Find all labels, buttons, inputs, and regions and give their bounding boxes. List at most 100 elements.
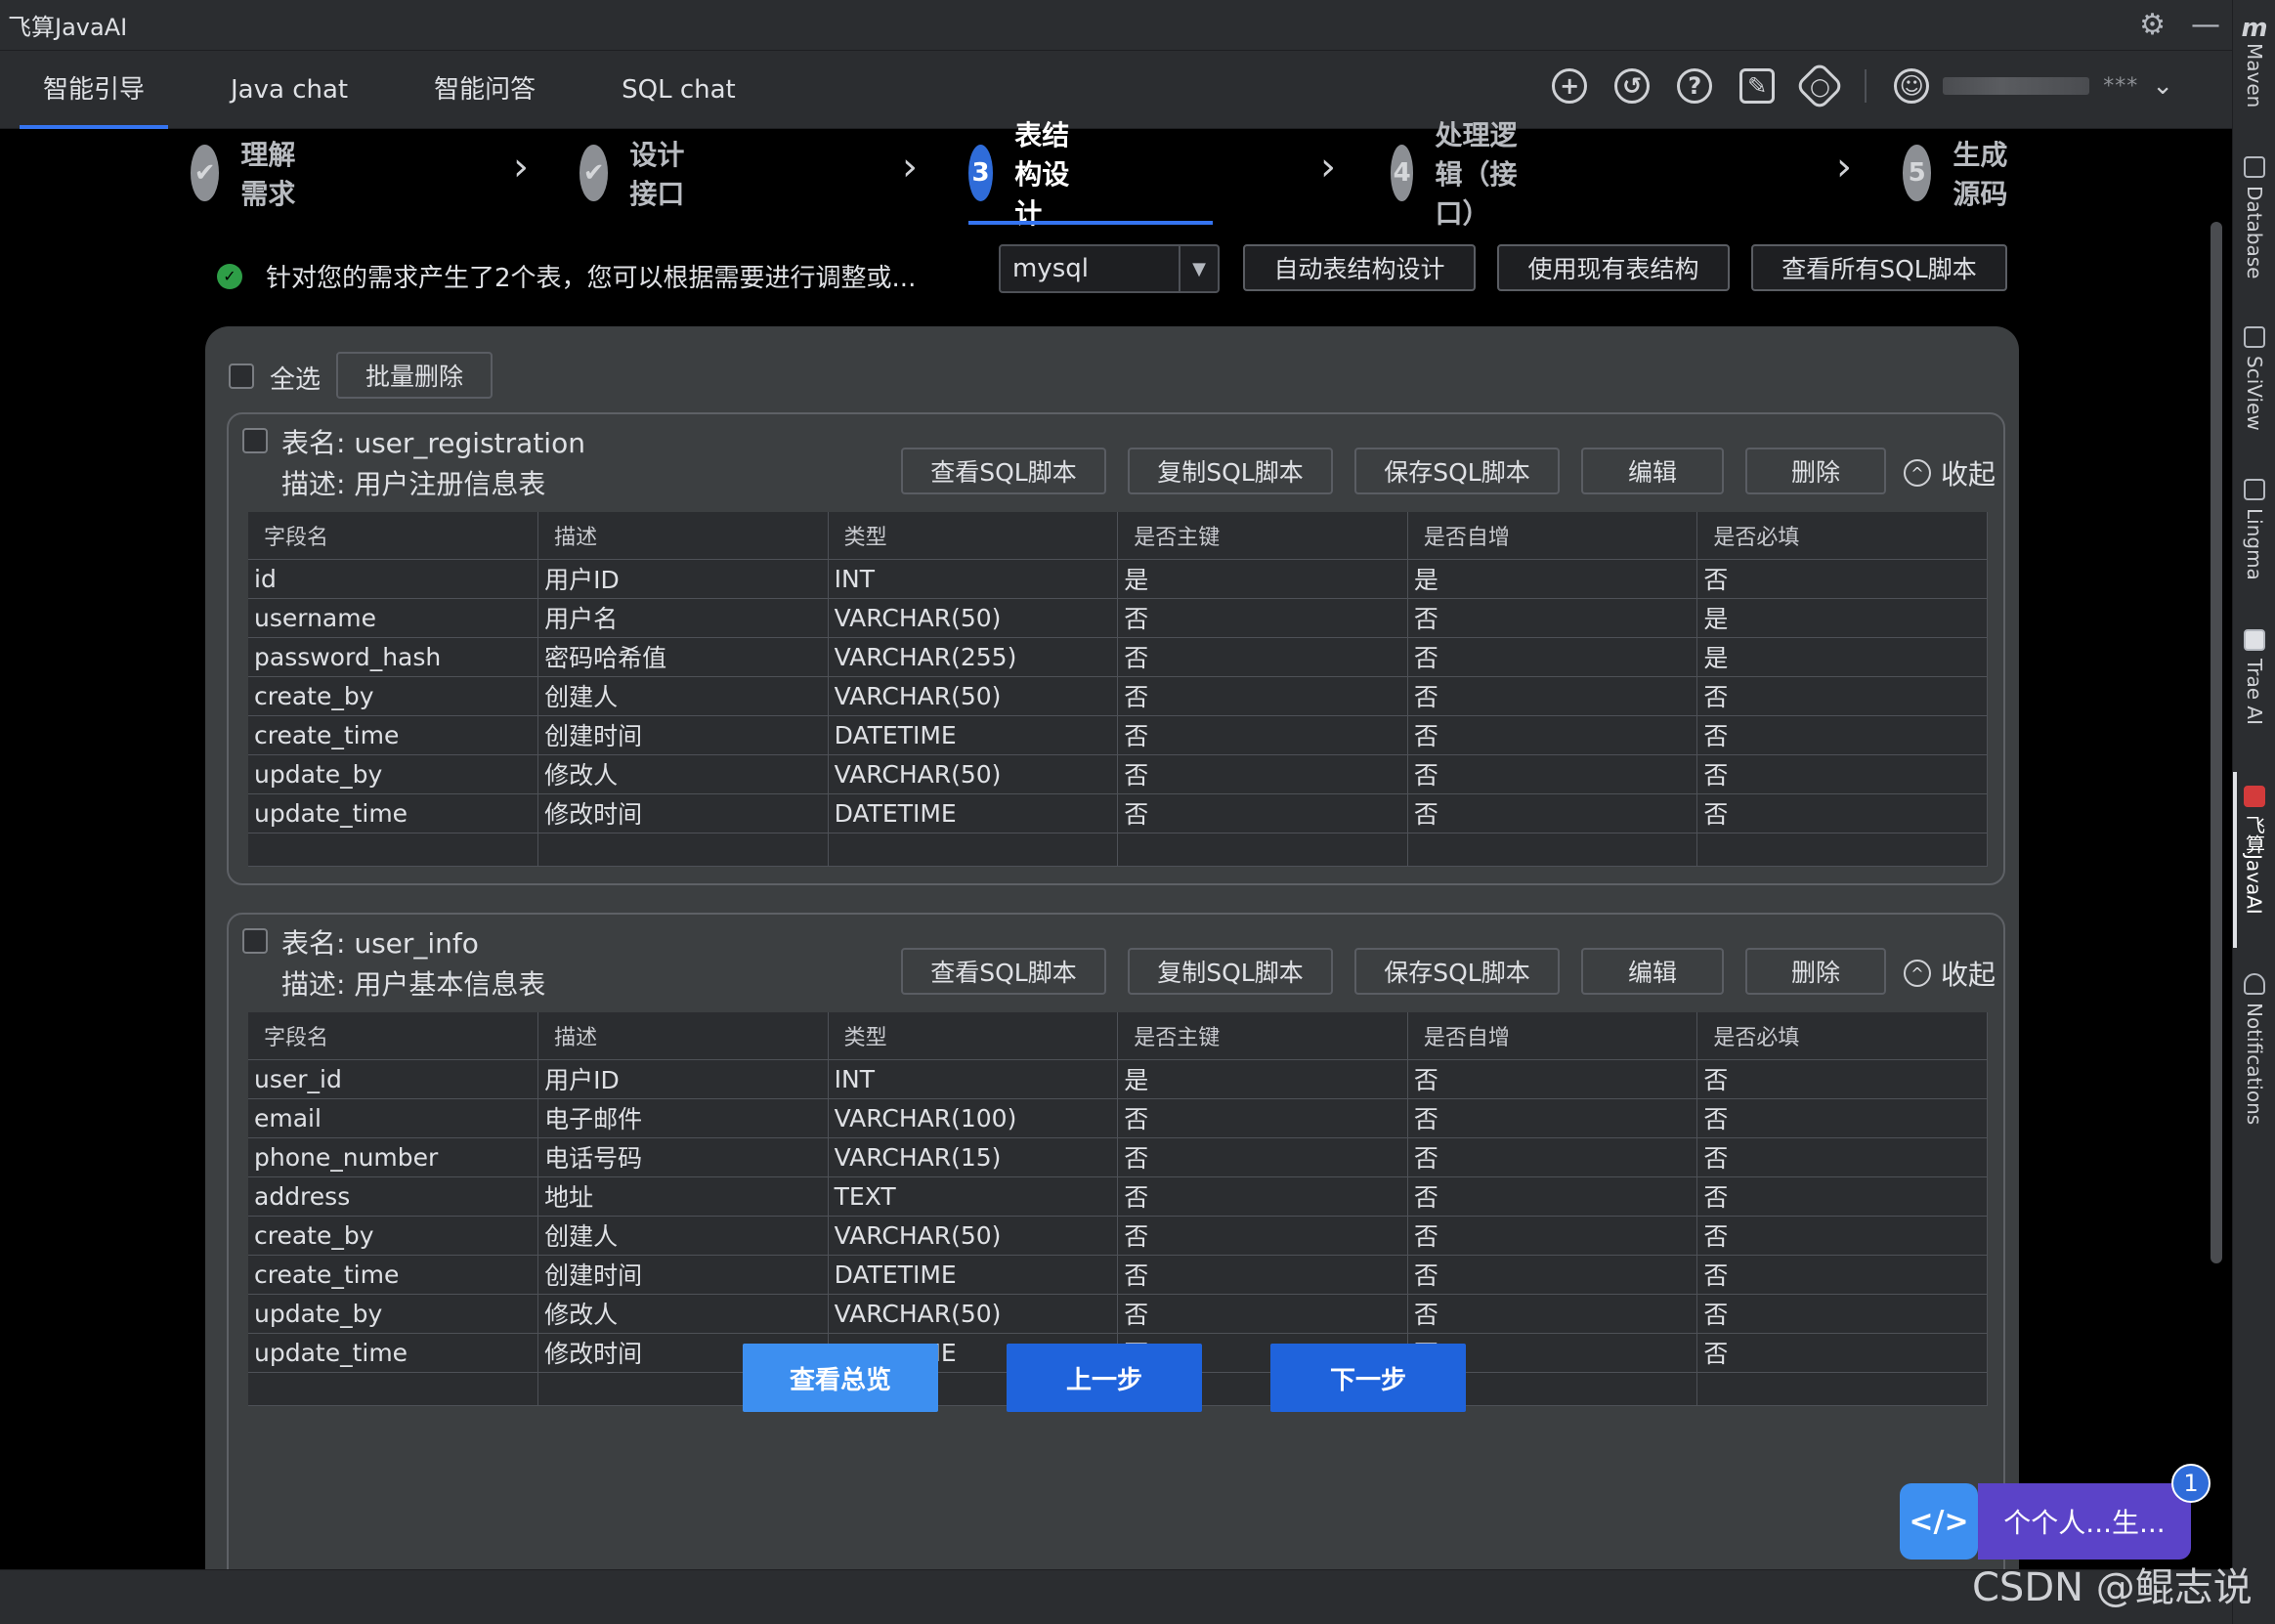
use-existing-schema-button[interactable]: 使用现有表结构 [1497,244,1730,291]
sidebar-label-maven: Maven [2243,43,2266,108]
previous-step-button[interactable]: 上一步 [1007,1344,1202,1412]
table-cell: username [248,598,539,638]
table-cell: 否 [1696,1294,1988,1334]
table-cell: 否 [1696,793,1988,833]
table-cell: INT [828,559,1119,599]
table-cell: 用户ID [537,559,829,599]
delete-button[interactable]: 删除 [1745,948,1886,995]
step-1-label: 理解需求 [240,139,296,210]
table-row[interactable]: phone_number 电话号码 VARCHAR(15) 否否否 [248,1137,1988,1177]
save-sql-button[interactable]: 保存SQL脚本 [1354,448,1560,494]
copy-sql-button[interactable]: 复制SQL脚本 [1128,448,1333,494]
view-sql-button[interactable]: 查看SQL脚本 [901,448,1106,494]
table-cell: 否 [1117,1137,1408,1177]
table-cell: 创建时间 [537,1255,829,1295]
table-cell: 否 [1696,676,1988,716]
code-assistant-icon[interactable]: </> [1900,1483,1978,1560]
table-row[interactable]: update_time修改时间DATETIME否否否 [248,793,1988,833]
collapse-toggle[interactable]: ^ 收起 [1903,954,1996,993]
chevron-down-icon[interactable]: ⌄ [2152,71,2173,101]
sciview-icon [2244,326,2265,348]
step-1[interactable]: ✔ 理解需求 [191,139,296,210]
table-cell: 否 [1407,1176,1698,1217]
table-row[interactable]: create_by 创建人 VARCHAR(50) 否否否 [248,1216,1988,1256]
dropdown-arrow-icon[interactable]: ▼ [1179,246,1218,291]
table-cell: DATETIME [828,1255,1119,1295]
view-all-sql-button[interactable]: 查看所有SQL脚本 [1751,244,2007,291]
step-4[interactable]: 4 处理逻辑（接口） [1391,119,1524,230]
collapse-label: 收起 [1940,458,1996,491]
tab-smart-guide[interactable]: 智能引导 [20,51,169,129]
table-row[interactable]: address 地址 TEXT 否否否 [248,1176,1988,1217]
table-select-checkbox[interactable] [242,928,268,954]
step-3[interactable]: 3 表结构设计 [968,119,1074,230]
table-row[interactable]: update_by 修改人 VARCHAR(50) 否否否 [248,1294,1988,1334]
tab-smart-qa[interactable]: 智能问答 [410,51,559,129]
sidebar-item-sciview[interactable]: SciView [2233,326,2275,431]
sidebar-label-database: Database [2243,186,2266,279]
sidebar-item-maven[interactable]: m Maven [2233,14,2275,107]
table-row[interactable]: username 用户名 VARCHAR(50) 否否是 [248,598,1988,638]
table-select-checkbox[interactable] [242,428,268,453]
table-row[interactable]: email 电子邮件 VARCHAR(100) 否否否 [248,1098,1988,1138]
table-cell: 否 [1407,676,1698,716]
settings-icon[interactable]: ○ [1794,61,1845,111]
vertical-scrollbar[interactable] [2211,222,2222,1263]
edit-button[interactable]: 编辑 [1581,948,1724,995]
history-icon[interactable]: ↺ [1614,68,1651,104]
table-header-row: 字段名 描述 类型 是否主键 是否自增 是否必填 [248,1012,1988,1060]
user-account[interactable]: ☺ *** ⌄ [1894,68,2173,104]
minimize-icon[interactable]: — [2191,8,2220,43]
table-cell: VARCHAR(50) [828,676,1119,716]
table-row[interactable]: create_by 创建人 VARCHAR(50) 否否否 [248,676,1988,716]
table-cell: 否 [1117,676,1408,716]
table-cell: 否 [1696,754,1988,794]
tab-sql-chat[interactable]: SQL chat [598,51,759,129]
table-cell: 用户ID [537,1059,829,1099]
chevron-up-icon: ^ [1903,960,1931,987]
table-row[interactable]: create_time 创建时间 DATETIME 否否否 [248,1255,1988,1295]
copy-sql-button[interactable]: 复制SQL脚本 [1128,948,1333,995]
step-2[interactable]: ✔ 设计接口 [579,139,685,210]
table-row[interactable]: user_id 用户ID INT 是否否 [248,1059,1988,1099]
table-cell: 是 [1407,559,1698,599]
database-type-select[interactable]: mysql ▼ [999,244,1220,293]
sidebar-item-database[interactable]: Database [2233,156,2275,278]
tab-java-chat[interactable]: Java chat [207,51,371,129]
table-cell: update_by [248,1294,539,1334]
collapse-toggle[interactable]: ^ 收起 [1903,453,1996,492]
sidebar-item-lingma[interactable]: Lingma [2233,479,2275,580]
batch-delete-button[interactable]: 批量删除 [336,352,493,399]
help-icon[interactable]: ? [1677,68,1713,104]
table-cell: 否 [1407,1294,1698,1334]
select-all-checkbox[interactable] [229,363,254,389]
edit-icon[interactable]: ✎ [1739,68,1776,104]
table-cell: 电话号码 [537,1137,829,1177]
assistant-chat-widget[interactable]: 个个人...生... [1978,1483,2191,1560]
edit-button[interactable]: 编辑 [1581,448,1724,494]
sidebar-item-feisuan-javaai[interactable]: 飞算JavaAI [2233,786,2275,915]
result-info: ✓ 针对您的需求产生了2个表，您可以根据需要进行调整或... [217,258,916,294]
sidebar-label-sciview: SciView [2243,356,2266,431]
view-sql-button[interactable]: 查看SQL脚本 [901,948,1106,995]
view-overview-button[interactable]: 查看总览 [743,1344,938,1412]
table-cell: DATETIME [828,793,1119,833]
table-row[interactable]: create_time 创建时间 DATETIME 否否否 [248,715,1988,755]
table-cell: VARCHAR(255) [828,637,1119,677]
auto-design-button[interactable]: 自动表结构设计 [1243,244,1476,291]
step-2-check-icon: ✔ [579,145,609,201]
delete-button[interactable]: 删除 [1745,448,1886,494]
sidebar-item-notifications[interactable]: Notifications [2233,973,2275,1125]
save-sql-button[interactable]: 保存SQL脚本 [1354,948,1560,995]
sidebar-item-trae-ai[interactable]: Trae AI [2233,629,2275,725]
plus-icon[interactable]: + [1552,68,1588,104]
table-row[interactable]: update_by 修改人 VARCHAR(50) 否否否 [248,754,1988,794]
table-row[interactable]: id 用户ID INT 是是否 [248,559,1988,599]
step-5[interactable]: 5 生成源码 [1903,139,2008,210]
table-cell: 否 [1117,1098,1408,1138]
table-cell [537,833,829,867]
next-step-button[interactable]: 下一步 [1270,1344,1466,1412]
gear-icon[interactable]: ⚙ [2139,8,2166,43]
table-row[interactable]: password_hash 密码哈希值 VARCHAR(255) 否否是 [248,637,1988,677]
column-header: 描述 [537,512,829,560]
